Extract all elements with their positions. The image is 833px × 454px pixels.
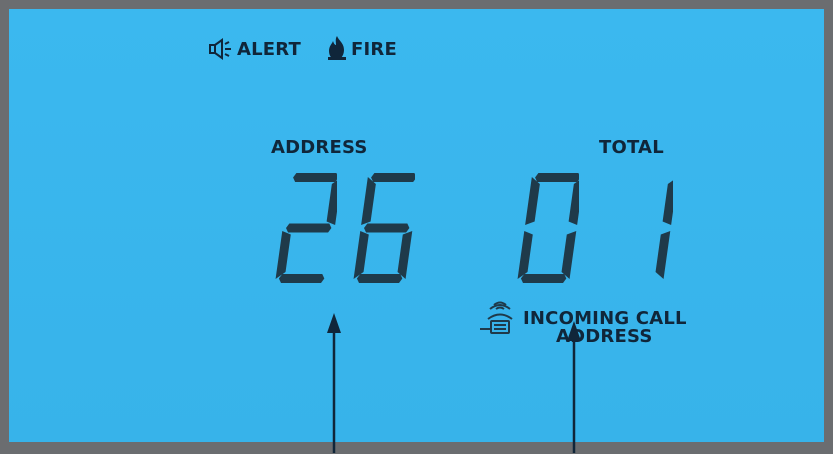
segment-e	[353, 231, 369, 279]
segment-a	[535, 173, 579, 182]
segment-e	[275, 231, 291, 279]
alert-label: ALERT	[237, 39, 302, 60]
segment-b	[662, 180, 673, 225]
address-digit-2	[353, 173, 415, 283]
address-arrow	[327, 313, 341, 453]
total-label: TOTAL	[599, 137, 664, 158]
segment-a	[371, 173, 415, 182]
segment-d	[278, 274, 325, 283]
fire-icon	[328, 36, 346, 60]
fire-label: FIRE	[351, 39, 397, 60]
incoming-call-arrow	[567, 321, 581, 453]
segment-a	[293, 173, 337, 182]
segment-f	[525, 177, 540, 225]
address-label: ADDRESS	[271, 137, 368, 158]
lcd-display: ALERT FIRE ADDRESS TOTAL INCOMING CALL A…	[0, 0, 833, 454]
segment-d	[520, 274, 567, 283]
segment-c	[397, 231, 413, 279]
segment-f	[361, 177, 376, 225]
speaker-alert-icon	[209, 38, 231, 60]
total-digit-2	[655, 180, 673, 279]
segment-b	[568, 180, 579, 225]
segment-e	[517, 231, 533, 279]
segment-c	[561, 231, 577, 279]
lcd-screen: ALERT FIRE ADDRESS TOTAL INCOMING CALL A…	[9, 9, 824, 453]
segment-b	[326, 180, 337, 225]
incoming-call-icon	[480, 301, 513, 334]
segment-g	[364, 223, 410, 233]
segment-d	[356, 274, 403, 283]
segment-c	[655, 231, 671, 279]
address-digit-1	[275, 173, 337, 283]
total-digit-1	[517, 173, 579, 283]
segment-g	[286, 223, 332, 233]
